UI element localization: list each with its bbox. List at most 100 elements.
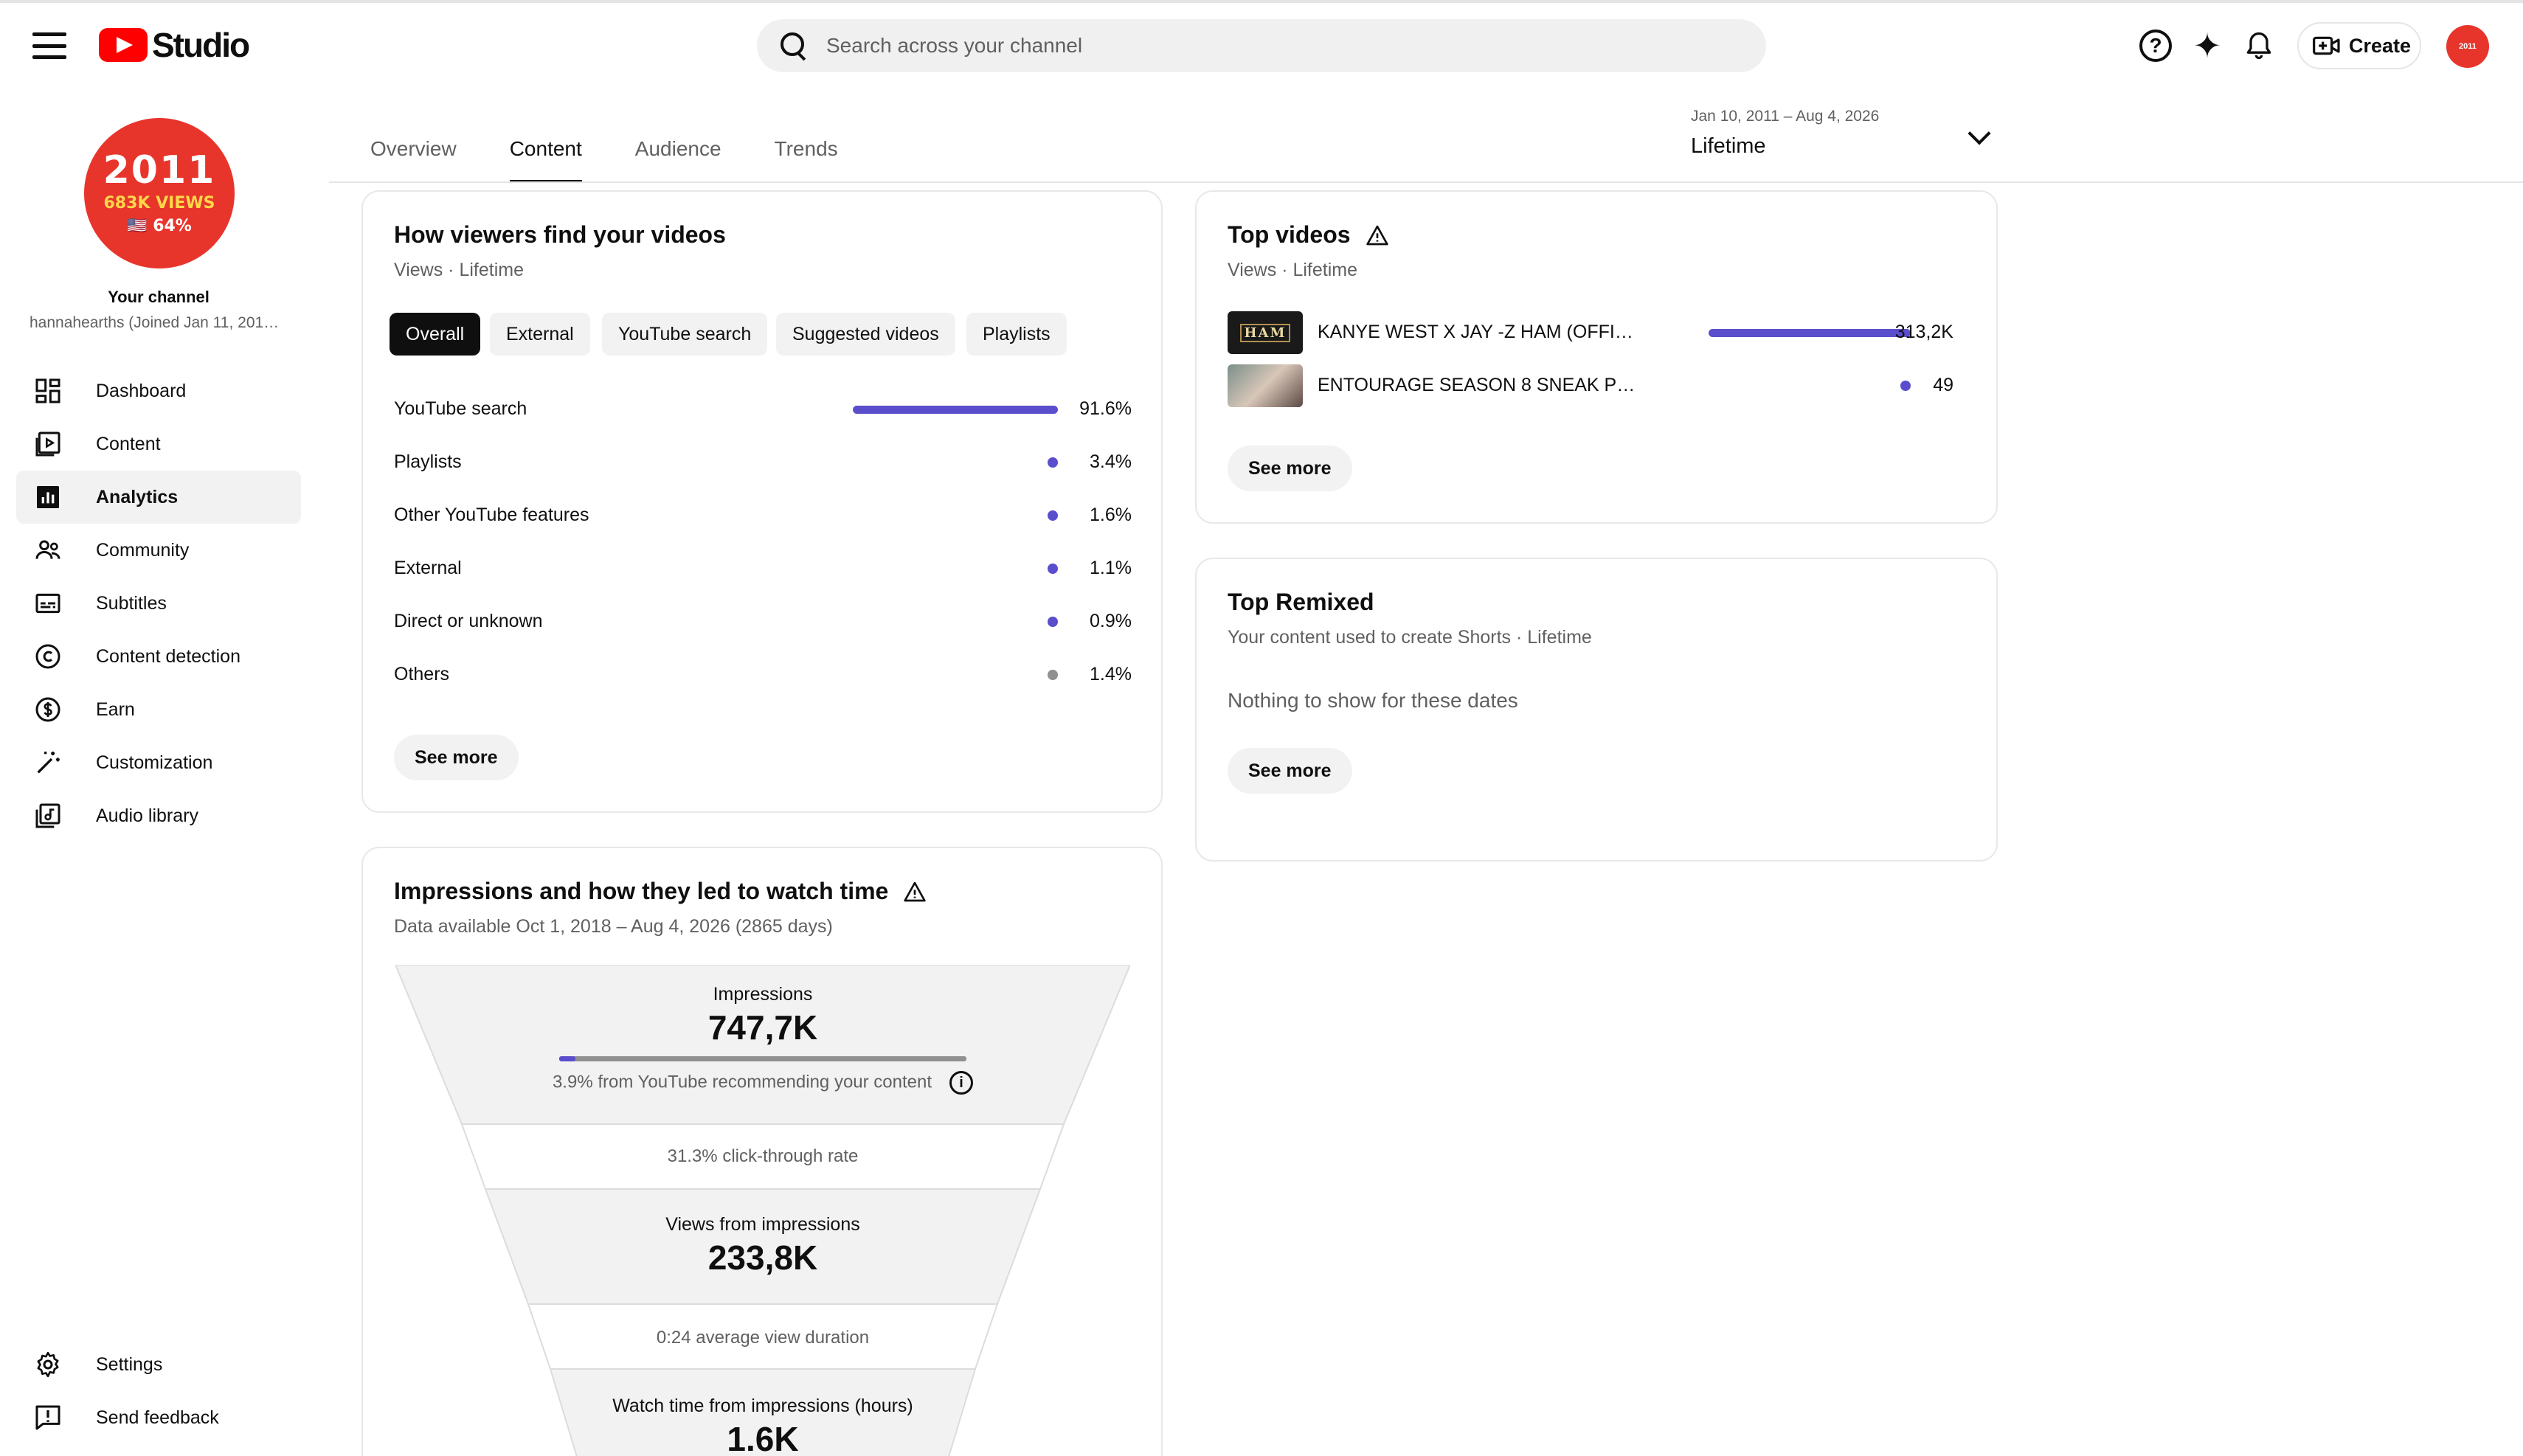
tabs-divider: [329, 181, 2523, 183]
card-title: Top videos: [1228, 221, 1389, 249]
sidebar-item-customization[interactable]: Customization: [16, 736, 301, 789]
sidebar-item-content-detection[interactable]: Content detection: [16, 630, 301, 683]
traffic-row: Other YouTube features 1.6%: [394, 500, 1132, 530]
traffic-row: Playlists 3.4%: [394, 447, 1132, 476]
see-more-button[interactable]: See more: [1228, 748, 1352, 794]
sidebar: 2011 683K VIEWS 🇺🇸 64% Your channel hann…: [0, 86, 317, 1456]
card-subtitle: Data available Oct 1, 2018 – Aug 4, 2026…: [394, 916, 833, 937]
traffic-source-label: Others: [394, 664, 450, 684]
notifications-bell-icon[interactable]: [2243, 30, 2275, 62]
sidebar-item-label: Audio library: [96, 805, 198, 826]
analytics-tabs: Overview Content Audience Trends: [370, 121, 891, 183]
date-range-text: Jan 10, 2011 – Aug 4, 2026: [1691, 108, 1880, 125]
traffic-row: YouTube search 91.6%: [394, 394, 1132, 423]
traffic-source-label: External: [394, 558, 462, 578]
dollar-icon: [32, 694, 63, 725]
copyright-icon: [32, 641, 63, 672]
sidebar-item-label: Content detection: [96, 645, 240, 667]
sidebar-item-label: Earn: [96, 698, 135, 720]
recommend-track: [559, 1056, 966, 1061]
date-range-selector[interactable]: Jan 10, 2011 – Aug 4, 2026 Lifetime: [1691, 108, 2001, 167]
tab-trends[interactable]: Trends: [775, 121, 838, 183]
traffic-dot: [1048, 617, 1058, 627]
sidebar-item-send-feedback[interactable]: Send feedback: [16, 1391, 301, 1444]
video-views-bar: [1709, 329, 1911, 337]
search-icon[interactable]: [779, 31, 809, 60]
views-label: Views from impressions: [665, 1214, 860, 1235]
video-views: 313,2K: [1894, 322, 1953, 342]
tab-audience[interactable]: Audience: [635, 121, 721, 183]
sidebar-bottom-nav: Settings Send feedback: [16, 1338, 301, 1444]
create-button[interactable]: Create: [2297, 22, 2421, 69]
logo-text: Studio: [152, 26, 250, 64]
info-icon[interactable]: i: [949, 1071, 974, 1095]
youtube-play-icon: [99, 28, 148, 62]
search-bar[interactable]: [757, 19, 1766, 72]
sidebar-item-label: Customization: [96, 752, 213, 773]
traffic-dot: [1048, 457, 1058, 468]
video-thumbnail[interactable]: [1228, 364, 1303, 407]
sidebar-item-label: Settings: [96, 1353, 163, 1375]
sidebar-item-dashboard[interactable]: Dashboard: [16, 364, 301, 417]
menu-icon[interactable]: [32, 32, 66, 59]
empty-state-text: Nothing to show for these dates: [1228, 689, 1518, 712]
filter-youtube-search[interactable]: YouTube search: [602, 313, 768, 356]
sidebar-item-audio-library[interactable]: Audio library: [16, 789, 301, 842]
avatar-percent: 🇺🇸 64%: [127, 217, 192, 235]
top-video-row[interactable]: ENTOURAGE SEASON 8 SNEAK PEAK 49: [1228, 364, 1953, 409]
traffic-sources-card: How viewers find your videos Views · Lif…: [361, 190, 1163, 813]
video-views: 49: [1933, 375, 1953, 395]
sidebar-item-earn[interactable]: Earn: [16, 683, 301, 736]
warning-icon[interactable]: [903, 880, 927, 904]
traffic-dot: [1048, 510, 1058, 521]
traffic-source-label: Direct or unknown: [394, 611, 543, 631]
studio-logo[interactable]: Studio: [99, 25, 250, 65]
magic-wand-icon: [32, 747, 63, 778]
help-icon[interactable]: ?: [2139, 30, 2172, 62]
impressions-funnel-card: Impressions and how they led to watch ti…: [361, 847, 1163, 1456]
sidebar-item-content[interactable]: Content: [16, 417, 301, 471]
top-bar: Studio ? ✦ Create 2011: [0, 3, 2523, 86]
channel-name: hannahearths (Joined Jan 11, 201…: [30, 314, 280, 331]
tab-content[interactable]: Content: [509, 121, 582, 183]
community-icon: [32, 535, 63, 566]
tab-overview[interactable]: Overview: [370, 121, 457, 183]
sidebar-item-settings[interactable]: Settings: [16, 1338, 301, 1391]
date-period: Lifetime: [1691, 134, 1766, 158]
sidebar-item-community[interactable]: Community: [16, 524, 301, 577]
subtitles-icon: [32, 588, 63, 619]
impressions-funnel: Impressions 747,7K 3.9% from YouTube rec…: [395, 965, 1130, 1456]
filter-suggested-videos[interactable]: Suggested videos: [776, 313, 955, 356]
sidebar-item-label: Subtitles: [96, 592, 167, 614]
warning-icon[interactable]: [1366, 223, 1389, 247]
search-input[interactable]: [826, 34, 1712, 58]
sidebar-item-analytics[interactable]: Analytics: [16, 471, 301, 524]
card-title: Top Remixed: [1228, 589, 1374, 615]
account-avatar[interactable]: 2011: [2446, 25, 2489, 68]
sparkle-icon[interactable]: ✦: [2191, 29, 2223, 63]
traffic-row: External 1.1%: [394, 553, 1132, 583]
top-video-row[interactable]: HAM KANYE WEST X JAY -Z HAM (OFFICI… 313…: [1228, 311, 1953, 356]
recommend-fill: [559, 1056, 575, 1061]
filter-overall[interactable]: Overall: [390, 313, 481, 356]
sidebar-item-label: Content: [96, 433, 161, 454]
video-title[interactable]: KANYE WEST X JAY -Z HAM (OFFICI…: [1318, 322, 1642, 343]
card-subtitle: Views · Lifetime: [1228, 260, 1357, 280]
sidebar-item-label: Analytics: [96, 486, 179, 507]
traffic-source-value: 3.4%: [1090, 451, 1132, 472]
card-subtitle: Views · Lifetime: [394, 260, 524, 280]
top-remixed-card: Top Remixed Your content used to create …: [1195, 558, 1998, 862]
sidebar-item-subtitles[interactable]: Subtitles: [16, 577, 301, 630]
impressions-label: Impressions: [713, 984, 813, 1005]
card-title: Impressions and how they led to watch ti…: [394, 878, 927, 905]
filter-external[interactable]: External: [490, 313, 590, 356]
video-thumbnail[interactable]: HAM: [1228, 311, 1303, 354]
filter-playlists[interactable]: Playlists: [966, 313, 1067, 356]
avd-note: 0:24 average view duration: [656, 1328, 870, 1348]
see-more-button[interactable]: See more: [1228, 446, 1352, 491]
video-title[interactable]: ENTOURAGE SEASON 8 SNEAK PEAK: [1318, 375, 1642, 396]
traffic-source-value: 91.6%: [1079, 398, 1132, 419]
channel-avatar[interactable]: 2011 683K VIEWS 🇺🇸 64%: [84, 118, 235, 268]
video-views-dot: [1900, 381, 1911, 391]
see-more-button[interactable]: See more: [394, 735, 519, 780]
